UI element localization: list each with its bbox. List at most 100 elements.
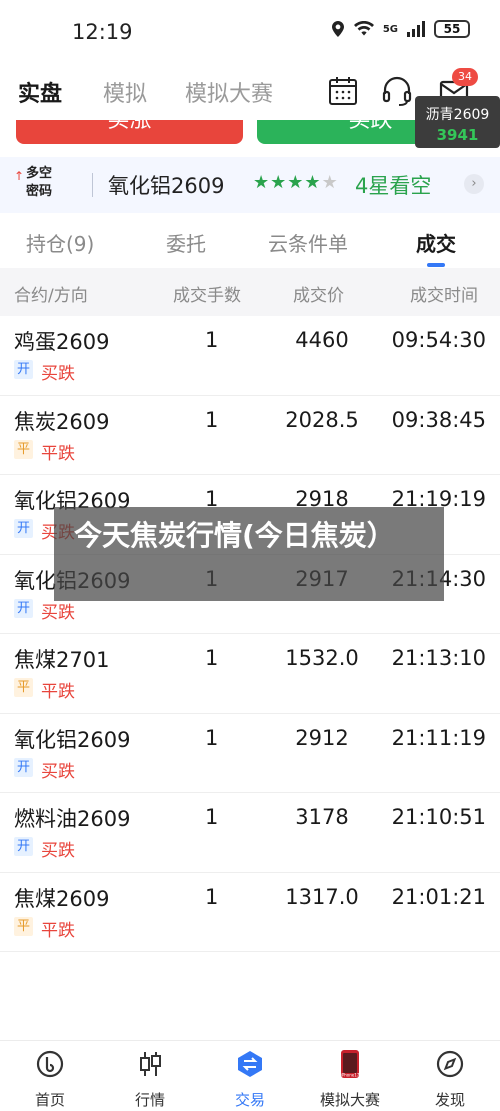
row-price: 2028.5 (285, 407, 359, 432)
nav-quotes[interactable]: 行情 (100, 1049, 200, 1110)
row-lots: 1 (205, 407, 219, 432)
active-tab-indicator (427, 263, 445, 267)
row-lots: 1 (205, 884, 219, 909)
row-tag: 平 (14, 439, 33, 459)
headset-icon[interactable] (380, 74, 414, 108)
tab-real[interactable]: 实盘 (18, 76, 62, 108)
nav-trade[interactable]: 交易 (200, 1049, 300, 1110)
star-icon: ★ (253, 172, 271, 193)
home-icon (36, 1050, 64, 1078)
tab-fills[interactable]: 成交 (416, 228, 456, 257)
compass-icon (436, 1050, 464, 1078)
floating-ticker[interactable]: 沥青2609 3941 (415, 96, 500, 148)
row-direction: 平跌 (41, 920, 75, 941)
trade-subtabs: 持仓(9) 委托 云条件单 成交 (0, 213, 500, 268)
banner-contract: 氧化铝2609 (108, 174, 225, 198)
row-contract: 焦煤2609 (14, 886, 110, 911)
arrow-up-icon: ↑ (14, 169, 25, 183)
chevron-right-icon[interactable]: › (464, 174, 484, 194)
table-row[interactable]: 焦煤2609 平 平跌 1 1317.0 21:01:21 (0, 872, 500, 952)
row-direction: 买跌 (41, 761, 75, 782)
tab-cloud-conditions[interactable]: 云条件单 (268, 228, 348, 257)
network-label: 5G (382, 23, 398, 35)
row-tag: 平 (14, 916, 33, 936)
ticker-name: 沥青2609 (425, 107, 490, 123)
tab-contest[interactable]: 模拟大赛 (185, 76, 273, 108)
table-row[interactable]: 氧化铝2609 开 买跌 1 2912 21:11:19 (0, 713, 500, 793)
nav-home[interactable]: 首页 (0, 1049, 100, 1110)
mail-badge: 34 (452, 68, 478, 86)
fills-list: 鸡蛋2609 开 买跌 1 4460 09:54:30 焦炭2609 平 平跌 … (0, 316, 500, 952)
row-time: 09:54:30 (391, 328, 486, 352)
status-icons: 5G 55 (331, 20, 470, 38)
col-time: 成交时间 (410, 286, 478, 306)
row-direction: 平跌 (41, 443, 75, 464)
tab-simulation[interactable]: 模拟 (103, 76, 147, 108)
status-time: 12:19 (72, 20, 133, 44)
candlestick-icon (140, 1052, 161, 1076)
nav-discover[interactable]: 发现 (400, 1049, 500, 1110)
row-tag: 平 (14, 678, 33, 697)
tab-positions[interactable]: 持仓(9) (26, 228, 94, 257)
calendar-icon[interactable] (326, 74, 360, 108)
star-empty-icon: ★ (321, 172, 339, 193)
row-contract: 氧化铝2609 (14, 727, 131, 752)
nav-home-label: 首页 (34, 1091, 65, 1109)
contest-icon-text: iPhone17 (341, 1073, 360, 1078)
row-lots: 1 (205, 328, 219, 352)
star-rating: ★★★★★ (253, 172, 339, 193)
tab-orders[interactable]: 委托 (166, 228, 206, 257)
signal-icon (407, 21, 425, 37)
row-time: 21:01:21 (391, 884, 486, 909)
location-icon (331, 21, 344, 37)
col-contract: 合约/方向 (14, 286, 88, 306)
row-direction: 买跌 (41, 841, 75, 861)
logo-line2: 密码 (26, 184, 53, 199)
table-row[interactable]: 鸡蛋2609 开 买跌 1 4460 09:54:30 (0, 316, 500, 396)
row-price: 2912 (295, 725, 349, 750)
nav-contest-label: 模拟大赛 (319, 1091, 380, 1109)
row-price: 4460 (295, 328, 349, 352)
status-bar: 12:19 5G 55 (0, 0, 500, 64)
row-lots: 1 (205, 805, 219, 829)
long-short-banner[interactable]: ↑ 多空 密码 氧化铝2609 ★★★★★ 4星看空 › (0, 157, 500, 213)
row-lots: 1 (205, 725, 219, 750)
row-contract: 鸡蛋2609 (14, 330, 110, 354)
row-time: 21:10:51 (391, 805, 486, 829)
row-direction: 买跌 (41, 364, 75, 384)
table-row[interactable]: 燃料油2609 开 买跌 1 3178 21:10:51 (0, 793, 500, 873)
star-icon: ★ (287, 172, 305, 193)
banner-divider (92, 173, 93, 197)
row-price: 1532.0 (285, 646, 359, 670)
nav-trade-label: 交易 (234, 1091, 265, 1109)
star-icon: ★ (304, 172, 322, 193)
rating-text: 4星看空 (355, 174, 432, 198)
table-row[interactable]: 焦煤2701 平 平跌 1 1532.0 21:13:10 (0, 634, 500, 714)
row-tag: 开 (14, 837, 33, 856)
ticker-price: 3941 (436, 126, 479, 144)
table-header: 合约/方向 成交手数 成交价 成交时间 (0, 268, 500, 316)
row-direction: 买跌 (41, 602, 75, 623)
row-tag: 开 (14, 598, 33, 618)
star-icon: ★ (270, 172, 288, 193)
trade-icon (238, 1051, 262, 1077)
contest-icon: iPhone17 (341, 1050, 360, 1078)
table-row[interactable]: 焦炭2609 平 平跌 1 2028.5 09:38:45 (0, 395, 500, 475)
row-tag: 开 (14, 757, 33, 777)
row-tag: 开 (14, 519, 33, 538)
overlay-text: 今天焦炭行情(今日焦炭） (74, 519, 395, 552)
nav-contest[interactable]: iPhone17 模拟大赛 (300, 1049, 400, 1110)
row-tag: 开 (14, 360, 33, 379)
battery-indicator: 55 (434, 20, 470, 38)
article-title-overlay: 今天焦炭行情(今日焦炭） (54, 507, 444, 601)
nav-quotes-label: 行情 (134, 1091, 165, 1109)
row-contract: 焦炭2609 (14, 409, 110, 434)
long-short-logo: ↑ 多空 密码 (14, 165, 76, 205)
wifi-icon (353, 21, 374, 36)
col-price: 成交价 (293, 286, 344, 306)
buy-up-button[interactable]: 买涨 (16, 120, 243, 144)
row-price: 3178 (295, 805, 349, 829)
col-lots: 成交手数 (173, 286, 241, 306)
nav-discover-label: 发现 (434, 1091, 465, 1109)
row-time: 21:11:19 (391, 725, 486, 750)
